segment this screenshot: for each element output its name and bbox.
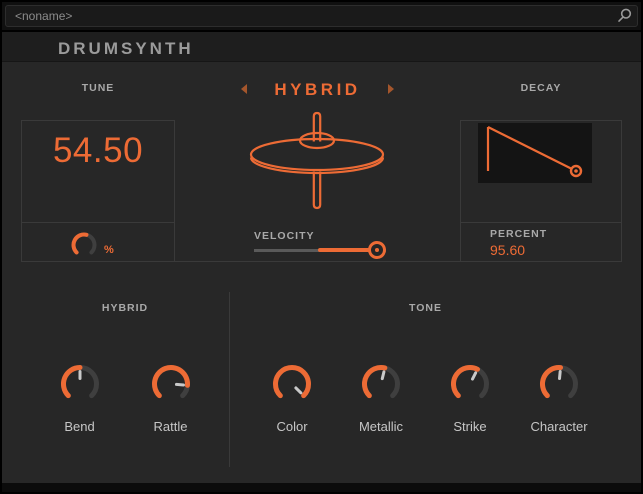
knob-bend: Bend (48, 362, 112, 434)
tune-value[interactable]: 54.50 (22, 131, 174, 171)
engine-next-icon[interactable] (388, 84, 394, 94)
engine-selector[interactable]: HYBRID (175, 80, 460, 100)
search-icon[interactable] (616, 8, 633, 25)
tone-knob-row: Color Metallic Strike Character (229, 362, 622, 434)
decay-envelope-display[interactable] (478, 123, 592, 183)
panel-divider (22, 222, 174, 223)
knob-color: Color (260, 362, 324, 434)
knob-label: Color (276, 419, 308, 434)
tune-panel: 54.50 % (21, 120, 175, 262)
bottom-strip (2, 483, 641, 492)
plugin-title: DRUMSYNTH (58, 39, 194, 58)
knob-dial-color[interactable] (270, 362, 314, 406)
plugin-header: DRUMSYNTH (2, 32, 641, 62)
decay-section-label: DECAY (520, 82, 562, 94)
section-divider (174, 261, 461, 262)
tune-section-label: TUNE (81, 82, 115, 94)
knob-character: Character (527, 362, 591, 434)
knob-dial-rattle[interactable] (149, 362, 193, 406)
preset-name-field[interactable]: <noname> (5, 5, 638, 27)
knob-dial-character[interactable] (537, 362, 581, 406)
hybrid-knob-row: Bend Rattle (21, 362, 229, 434)
knob-label: Character (530, 419, 588, 434)
top-bar: <noname> (2, 2, 641, 30)
knob-strike: Strike (438, 362, 502, 434)
knob-label: Bend (64, 419, 95, 434)
tune-unit-knob[interactable] (70, 231, 98, 259)
knob-metallic: Metallic (349, 362, 413, 434)
knob-rattle: Rattle (139, 362, 203, 434)
tune-unit-label: % (104, 244, 114, 256)
decay-panel: PERCENT 95.60 (460, 120, 622, 262)
velocity-slider[interactable] (254, 241, 386, 259)
panel-divider (461, 222, 621, 223)
decay-envelope-graphic (486, 126, 583, 178)
knob-dial-strike[interactable] (448, 362, 492, 406)
cymbal-graphic (249, 111, 385, 210)
velocity-handle[interactable] (367, 241, 386, 259)
knob-label: Rattle (153, 419, 188, 434)
knob-dial-bend[interactable] (58, 362, 102, 406)
hybrid-section-label: HYBRID (101, 302, 149, 314)
knob-dial-metallic[interactable] (359, 362, 403, 406)
decay-percent-value[interactable]: 95.60 (490, 242, 525, 258)
decay-percent-label: PERCENT (490, 228, 548, 240)
tone-section-label: TONE (409, 302, 442, 314)
knob-label: Strike (453, 419, 487, 434)
knob-label: Metallic (358, 419, 404, 434)
preset-name-text: <noname> (15, 9, 73, 23)
